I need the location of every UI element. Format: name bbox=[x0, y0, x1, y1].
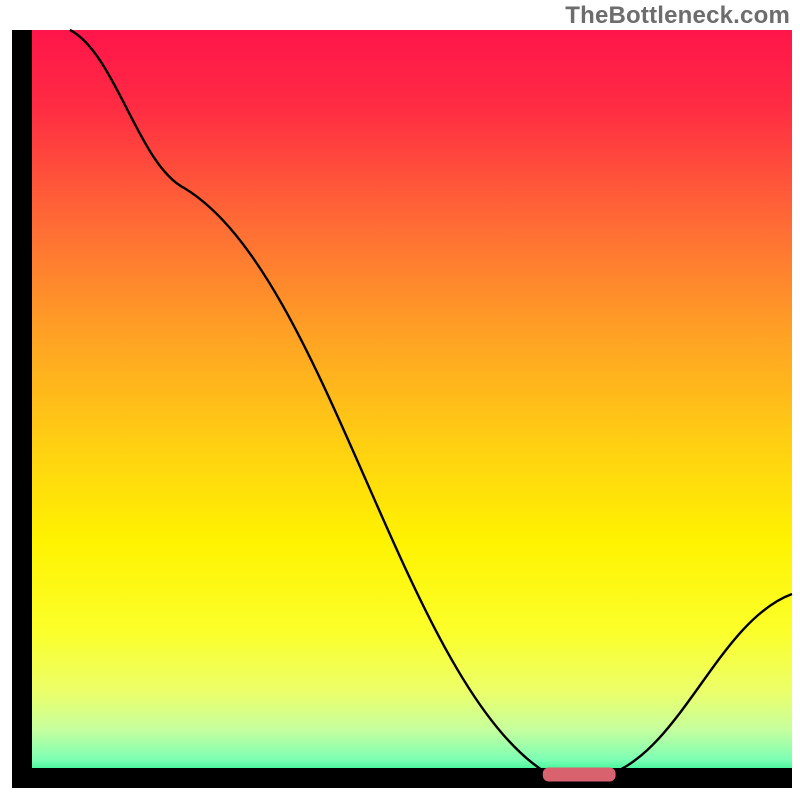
bottleneck-chart bbox=[0, 0, 800, 800]
watermark-text: TheBottleneck.com bbox=[565, 2, 790, 30]
chart-stage: TheBottleneck.com bbox=[0, 0, 800, 800]
optimal-range-marker bbox=[543, 768, 616, 782]
